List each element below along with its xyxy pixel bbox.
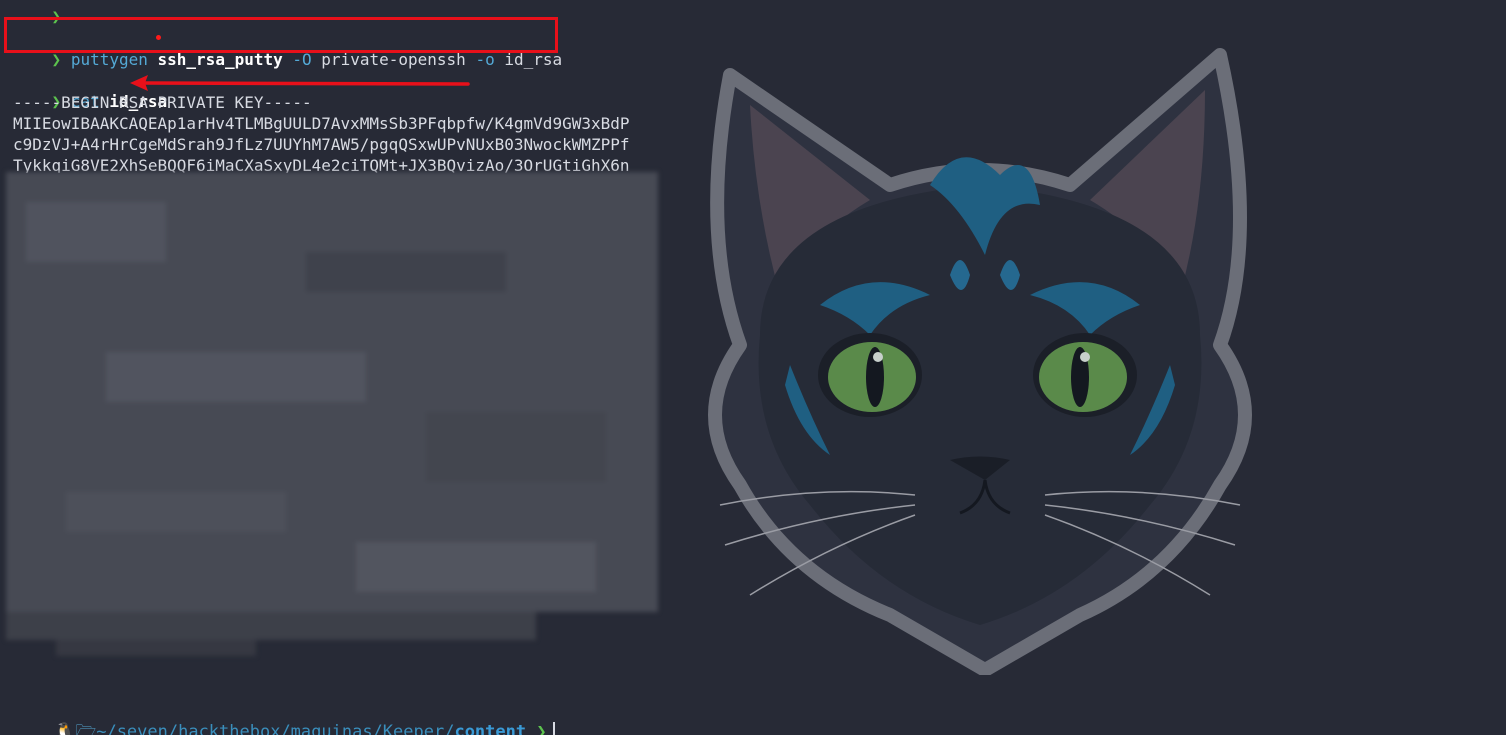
terminal-window[interactable]: ❯ ❯ puttygen ssh_rsa_putty -O private-op… xyxy=(0,0,1506,735)
previous-prompt: ❯ xyxy=(13,0,62,26)
current-directory: content xyxy=(454,722,527,735)
folder-icon: 🗁 xyxy=(75,722,97,735)
cat-logo xyxy=(708,48,1252,675)
shell-prompt[interactable]: 🐧🗁~/seven/hackthebox/maquinas/Keeper/con… xyxy=(13,702,555,735)
prompt-arrow-icon: ❯ xyxy=(536,722,547,735)
text-cursor[interactable] xyxy=(552,722,555,735)
highlight-box xyxy=(4,17,558,53)
redacted-key-content xyxy=(6,172,658,662)
current-path: ~/seven/hackthebox/maquinas/Keeper/ xyxy=(96,722,455,735)
key-header: -----BEGIN RSA PRIVATE KEY----- xyxy=(13,93,312,112)
cursor-marker xyxy=(156,35,161,40)
arrow-icon xyxy=(130,75,470,91)
tux-icon: 🐧 xyxy=(53,722,76,735)
key-line: TykkqiG8VE2XhSeBQQF6iMaCXaSxyDL4e2ciTQMt… xyxy=(13,156,630,173)
key-line: c9DzVJ+A4rHrCgeMdSrah9JfLz7UUYhM7AW5/pgq… xyxy=(13,135,630,154)
key-line: MIIEowIBAAKCAQEAp1arHv4TLMBgUULD7AvxMMsS… xyxy=(13,114,630,133)
